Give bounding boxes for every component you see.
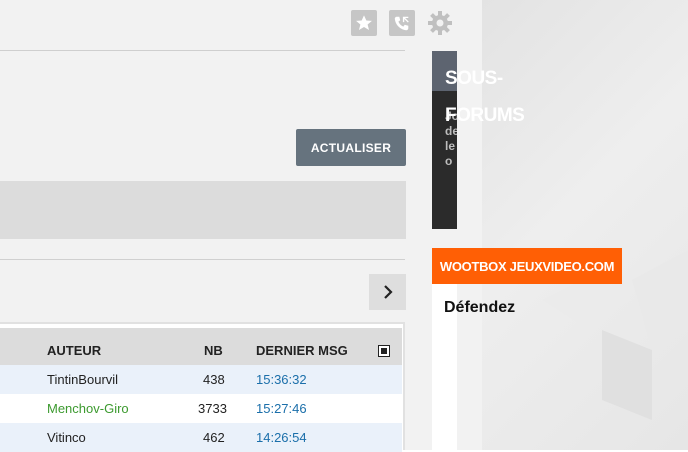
info-bar <box>0 181 406 239</box>
message-count: 3733 <box>198 401 227 416</box>
table-row[interactable]: TintinBourvil 438 15:36:32 <box>0 365 402 394</box>
column-author[interactable]: AUTEUR <box>47 343 101 358</box>
author-link[interactable]: Menchov-Giro <box>47 401 129 416</box>
author-link[interactable]: Vitinco <box>47 430 86 445</box>
table-row[interactable]: Vitinco 462 14:26:54 <box>0 423 402 452</box>
main-content: ACTUALISER AUTEUR NB DERNIER MSG TintinB… <box>0 0 482 452</box>
last-message-link[interactable]: 15:36:32 <box>256 372 307 387</box>
wootbox-text: Défendez <box>444 298 515 318</box>
last-message-link[interactable]: 15:27:46 <box>256 401 307 416</box>
table-header: AUTEUR NB DERNIER MSG <box>0 328 402 365</box>
chevron-right-icon <box>383 285 393 299</box>
divider <box>0 259 405 260</box>
table-row[interactable]: Menchov-Giro 3733 15:27:46 <box>0 394 402 423</box>
sous-forums-title: SOUS-FORUMS <box>445 68 525 126</box>
column-nb[interactable]: NB <box>204 343 223 358</box>
author-link[interactable]: TintinBourvil <box>47 372 118 387</box>
last-message-link[interactable]: 14:26:54 <box>256 430 307 445</box>
divider <box>0 50 405 51</box>
header-icons <box>351 10 453 36</box>
column-last-msg[interactable]: DERNIER MSG <box>256 343 348 358</box>
topics-table: AUTEUR NB DERNIER MSG TintinBourvil 438 … <box>0 322 405 452</box>
next-page-button[interactable] <box>369 274 406 310</box>
message-count: 462 <box>203 430 225 445</box>
phone-icon[interactable] <box>389 10 415 36</box>
select-all-checkbox[interactable] <box>378 345 390 357</box>
star-icon[interactable] <box>351 10 377 36</box>
refresh-button[interactable]: ACTUALISER <box>296 129 406 166</box>
message-count: 438 <box>203 372 225 387</box>
gear-icon[interactable] <box>427 10 453 36</box>
wootbox-header[interactable]: WOOTBOX JEUXVIDEO.COM <box>432 248 622 284</box>
